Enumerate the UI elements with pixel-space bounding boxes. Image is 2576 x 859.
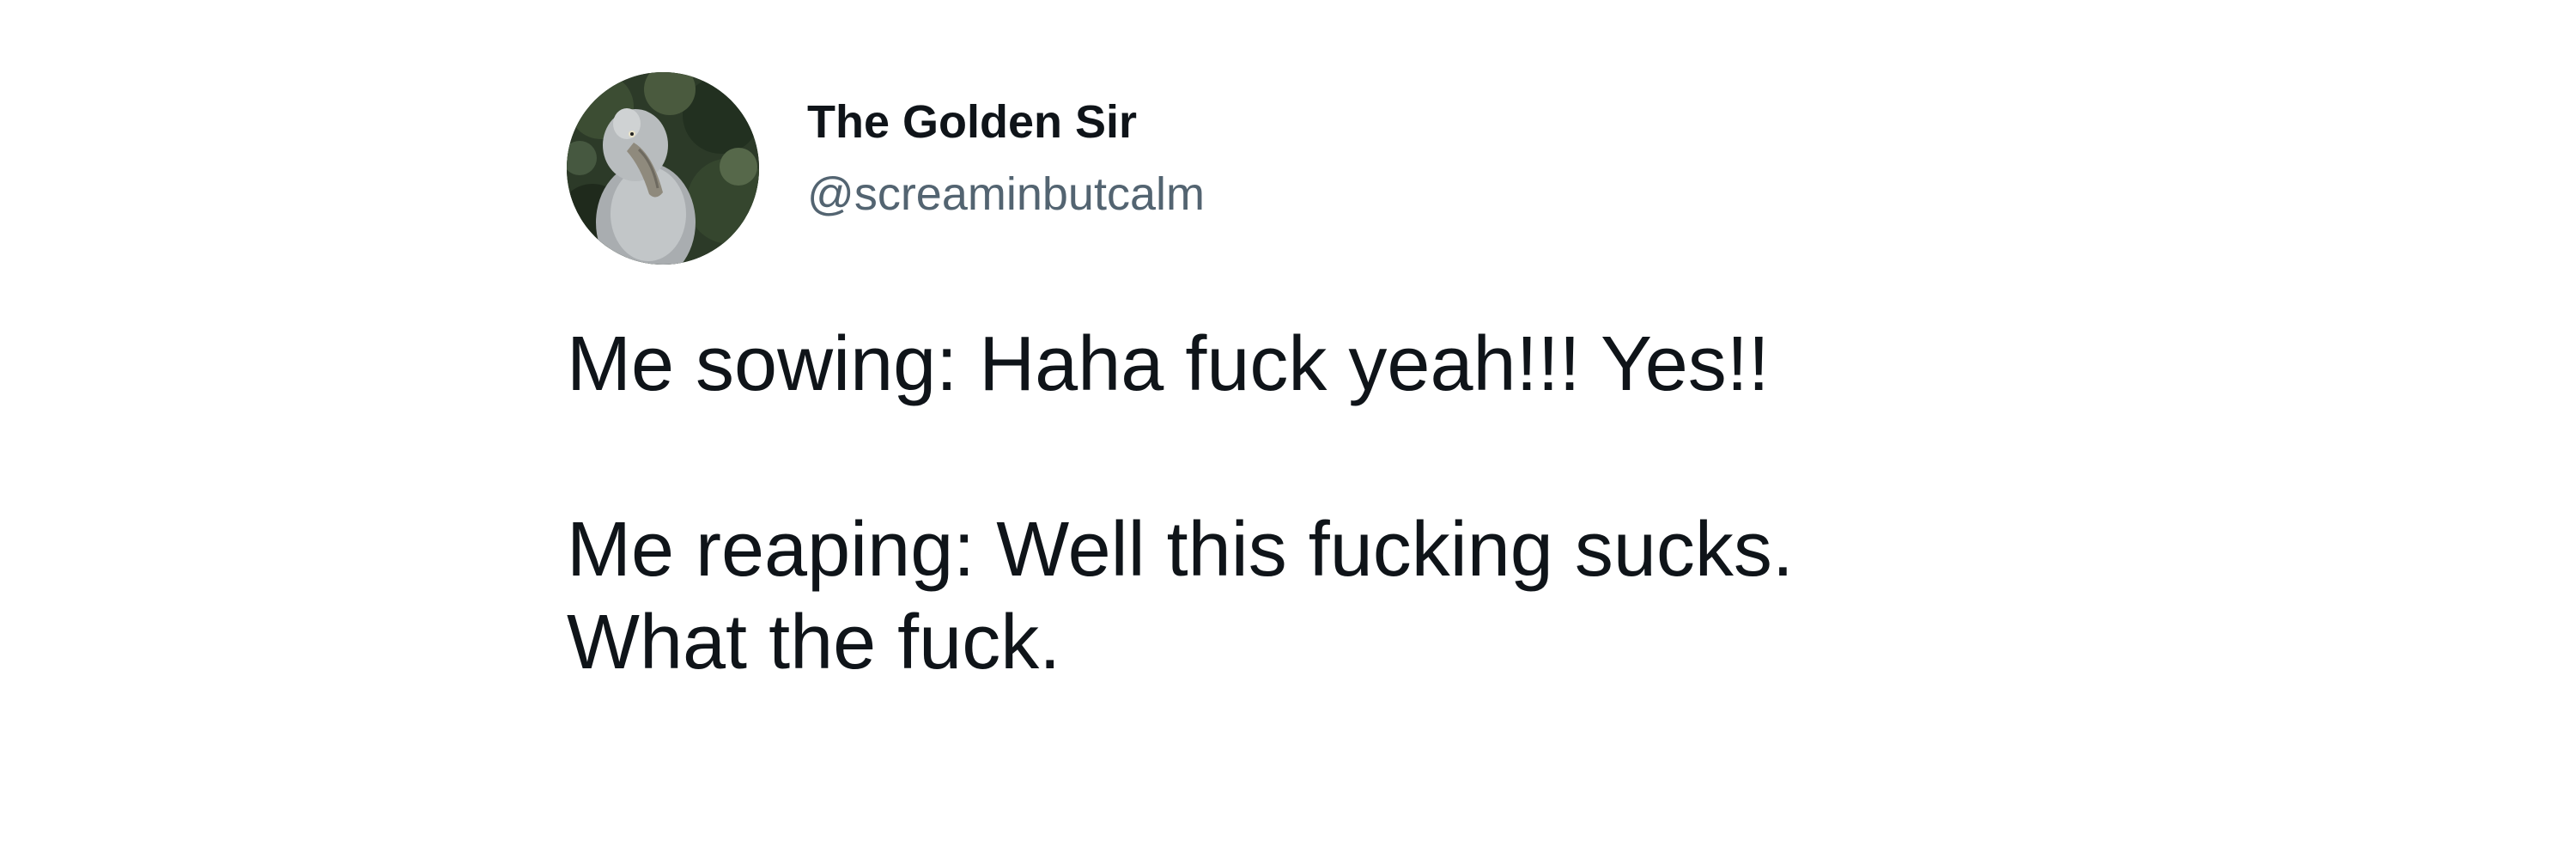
user-handle[interactable]: @screaminbutcalm [807,167,1205,222]
shoebill-bird-avatar-icon [567,72,759,265]
tweet: The Golden Sir @screaminbutcalm Me sowin… [567,69,2198,685]
avatar[interactable] [567,72,759,265]
tweet-header: The Golden Sir @screaminbutcalm [567,69,2198,266]
tweet-text-line: What the fuck. [567,600,1061,685]
display-name[interactable]: The Golden Sir [807,94,1205,149]
tweet-text-line: Me reaping: Well this fucking sucks. [567,507,1794,593]
author-names: The Golden Sir @screaminbutcalm [807,94,1205,222]
tweet-text-line: Me sowing: Haha fuck yeah!!! Yes!! [567,321,1770,407]
page: The Golden Sir @screaminbutcalm Me sowin… [0,0,2576,859]
tweet-text: Me sowing: Haha fuck yeah!!! Yes!! Me re… [567,318,2198,689]
